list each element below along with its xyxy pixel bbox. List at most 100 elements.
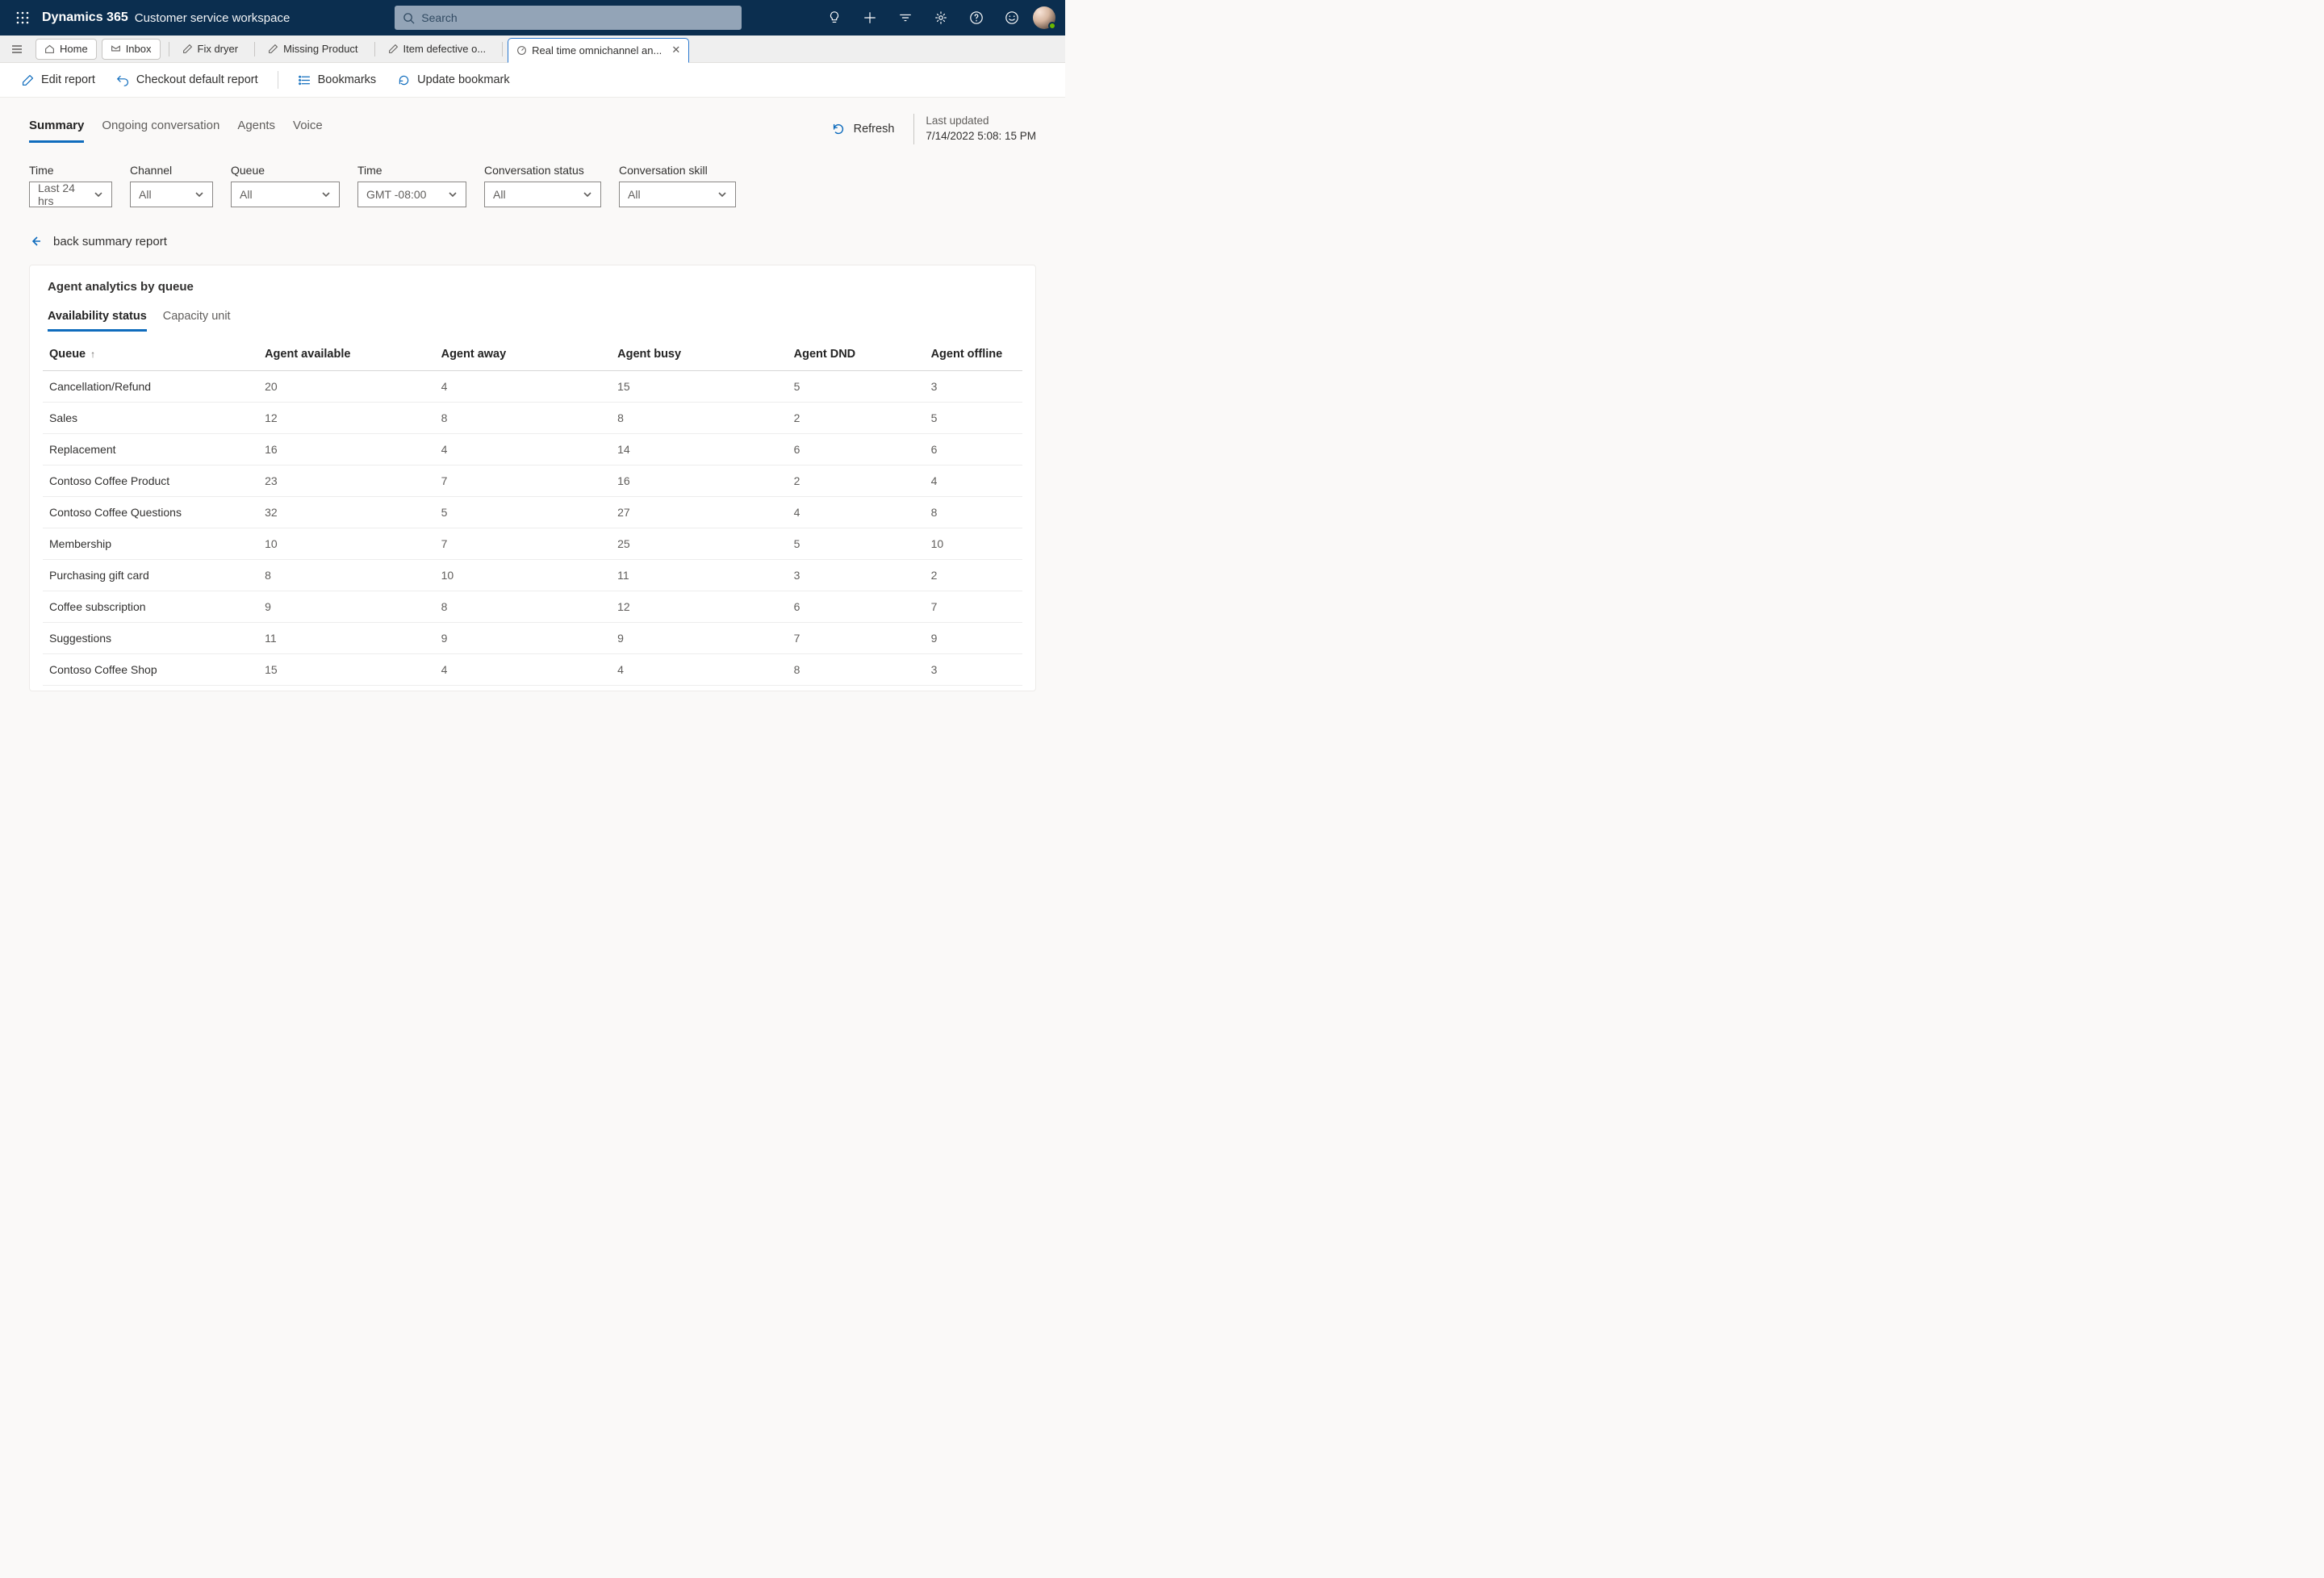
tab-fix-dryer[interactable]: Fix dryer xyxy=(174,35,247,63)
table-cell: 2 xyxy=(788,402,925,433)
table-cell: Contoso Coffee Product xyxy=(43,465,258,496)
table-row[interactable]: Replacement1641466 xyxy=(43,433,1022,465)
tab-agents[interactable]: Agents xyxy=(237,115,275,143)
table-cell: Contoso Coffee Questions xyxy=(43,496,258,528)
th-away[interactable]: Agent away xyxy=(435,340,612,371)
dropdown-channel[interactable]: All xyxy=(130,182,213,207)
last-updated-label: Last updated xyxy=(926,114,1036,129)
global-search[interactable] xyxy=(395,6,742,30)
dropdown-value: Last 24 hrs xyxy=(38,182,94,207)
chevron-down-icon xyxy=(94,190,103,199)
workspace-tabbar: Home Inbox Fix dryer Missing Product Ite… xyxy=(0,35,1065,63)
table-row[interactable]: Sales128825 xyxy=(43,402,1022,433)
divider xyxy=(254,42,255,56)
checkout-report-button[interactable]: Checkout default report xyxy=(111,70,263,90)
tab-missing-product[interactable]: Missing Product xyxy=(260,35,366,63)
pencil-icon xyxy=(388,44,399,54)
subtab-availability[interactable]: Availability status xyxy=(48,307,147,332)
table-cell: 5 xyxy=(788,528,925,559)
table-cell: 10 xyxy=(925,528,1022,559)
table-row[interactable]: Membership10725510 xyxy=(43,528,1022,559)
filter-icon[interactable] xyxy=(888,0,923,35)
th-queue[interactable]: Queue↑ xyxy=(43,340,258,371)
filter-skill: Conversation skill All xyxy=(619,164,736,207)
app-launcher-icon[interactable] xyxy=(6,0,39,35)
update-bookmark-button[interactable]: Update bookmark xyxy=(392,70,514,90)
back-link-label: back summary report xyxy=(53,235,167,248)
table-cell: 9 xyxy=(611,622,788,653)
table-cell: 8 xyxy=(258,559,435,591)
dropdown-time[interactable]: Last 24 hrs xyxy=(29,182,112,207)
filter-time: Time Last 24 hrs xyxy=(29,164,112,207)
th-busy[interactable]: Agent busy xyxy=(611,340,788,371)
bookmarks-button[interactable]: Bookmarks xyxy=(293,70,382,90)
table-cell: Suggestions xyxy=(43,622,258,653)
tab-label: Missing Product xyxy=(283,43,357,55)
table-row[interactable]: Contoso Coffee Product2371624 xyxy=(43,465,1022,496)
back-link[interactable]: back summary report xyxy=(29,235,1036,248)
dropdown-skill[interactable]: All xyxy=(619,182,736,207)
page-tabs: Summary Ongoing conversation Agents Voic… xyxy=(29,115,323,143)
close-tab-icon[interactable]: ✕ xyxy=(671,44,680,56)
table-cell: 8 xyxy=(435,402,612,433)
tab-inbox-label: Inbox xyxy=(126,43,152,55)
table-row[interactable]: Coffee subscription981267 xyxy=(43,591,1022,622)
emoji-icon[interactable] xyxy=(994,0,1030,35)
tab-voice[interactable]: Voice xyxy=(293,115,323,143)
table-cell: 5 xyxy=(788,370,925,402)
tab-inbox[interactable]: Inbox xyxy=(102,39,161,60)
divider xyxy=(374,42,375,56)
tab-summary[interactable]: Summary xyxy=(29,115,84,143)
table-row[interactable]: Contoso Coffee Questions3252748 xyxy=(43,496,1022,528)
refresh-button[interactable]: Refresh xyxy=(823,119,903,140)
table-cell: 11 xyxy=(611,559,788,591)
table-row[interactable]: Suggestions119979 xyxy=(43,622,1022,653)
table-cell: Replacement xyxy=(43,433,258,465)
th-available[interactable]: Agent available xyxy=(258,340,435,371)
tab-home-label: Home xyxy=(60,43,88,55)
filter-status: Conversation status All xyxy=(484,164,601,207)
presence-indicator xyxy=(1048,22,1056,30)
subtab-capacity[interactable]: Capacity unit xyxy=(163,307,231,332)
table-row[interactable]: Contoso Coffee Shop154483 xyxy=(43,653,1022,685)
table-cell: 20 xyxy=(258,370,435,402)
th-offline[interactable]: Agent offline xyxy=(925,340,1022,371)
search-input[interactable] xyxy=(421,11,734,24)
help-icon[interactable] xyxy=(959,0,994,35)
table-row[interactable]: Cancellation/Refund2041553 xyxy=(43,370,1022,402)
th-dnd[interactable]: Agent DND xyxy=(788,340,925,371)
edit-report-button[interactable]: Edit report xyxy=(16,70,100,90)
undo-icon xyxy=(116,73,130,87)
table-cell: 14 xyxy=(611,433,788,465)
tab-omnichannel[interactable]: Real time omnichannel an... ✕ xyxy=(508,38,689,63)
tab-home[interactable]: Home xyxy=(36,39,97,60)
table-cell: 5 xyxy=(435,496,612,528)
table-cell: 4 xyxy=(788,496,925,528)
lightbulb-icon[interactable] xyxy=(817,0,852,35)
add-icon[interactable] xyxy=(852,0,888,35)
report-toolbar: Edit report Checkout default report Book… xyxy=(0,63,1065,98)
dropdown-queue[interactable]: All xyxy=(231,182,340,207)
table-cell: 9 xyxy=(258,591,435,622)
avatar[interactable] xyxy=(1033,6,1055,29)
dropdown-timezone[interactable]: GMT -08:00 xyxy=(357,182,466,207)
divider xyxy=(502,42,503,56)
refresh-icon xyxy=(831,122,846,136)
dropdown-status[interactable]: All xyxy=(484,182,601,207)
dropdown-value: All xyxy=(628,188,641,201)
table-row[interactable]: Purchasing gift card8101132 xyxy=(43,559,1022,591)
pencil-icon xyxy=(268,44,278,54)
filters-row: Time Last 24 hrs Channel All Queue All T… xyxy=(29,164,1036,207)
tab-item-defective[interactable]: Item defective o... xyxy=(380,35,495,63)
table-cell: 4 xyxy=(925,465,1022,496)
table-cell: Cancellation/Refund xyxy=(43,370,258,402)
last-updated: Last updated 7/14/2022 5:08: 15 PM xyxy=(913,114,1036,144)
filter-label: Conversation skill xyxy=(619,164,736,177)
tab-ongoing[interactable]: Ongoing conversation xyxy=(102,115,219,143)
table-cell: 9 xyxy=(925,622,1022,653)
menu-icon[interactable] xyxy=(3,35,31,63)
gear-icon[interactable] xyxy=(923,0,959,35)
toolbar-label: Update bookmark xyxy=(417,73,509,86)
tab-label: Real time omnichannel an... xyxy=(532,44,662,56)
table-cell: 4 xyxy=(611,653,788,685)
